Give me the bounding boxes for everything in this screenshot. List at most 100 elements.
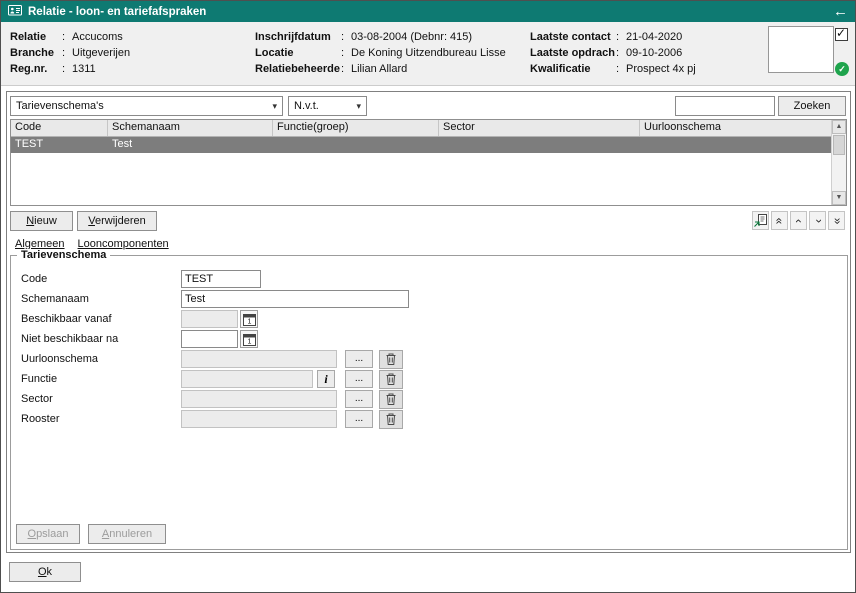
trash-icon[interactable] <box>379 390 403 409</box>
column-header-sector[interactable]: Sector <box>439 120 640 136</box>
info-relatie: Relatie : Accucoms <box>10 29 130 45</box>
nvt-dropdown[interactable]: N.v.t. ▾ <box>288 96 367 116</box>
cell-code: TEST <box>11 137 108 153</box>
row-niet-beschikbaar-na: Niet beschikbaar na 1 <box>11 329 847 349</box>
colon: : <box>616 63 626 75</box>
info-value: Uitgeverijen <box>72 47 130 59</box>
code-input[interactable] <box>181 270 261 288</box>
annuleren-button[interactable]: Annuleren <box>88 524 166 544</box>
table-row[interactable]: TEST Test <box>11 137 831 153</box>
chevron-double-down-icon: « <box>830 217 844 224</box>
niet-beschikbaar-na-label: Niet beschikbaar na <box>21 333 181 345</box>
cell-functiegroep <box>273 137 439 153</box>
info-value: Prospect 4x pj <box>626 63 696 75</box>
main-panel: Tarievenschema's ▾ N.v.t. ▾ Zoeken Code … <box>6 91 851 553</box>
status-check-badge: ✓ <box>835 62 849 76</box>
cell-schemanaam: Test <box>108 137 273 153</box>
row-code: Code <box>11 269 847 289</box>
column-header-uurloonschema[interactable]: Uurloonschema <box>640 120 831 136</box>
verwijderen-button[interactable]: Verwijderen <box>77 211 157 231</box>
app-window: Relatie - loon- en tariefafspraken ← Rel… <box>0 0 856 593</box>
info-value: 1311 <box>72 63 96 75</box>
relation-icon <box>8 4 22 19</box>
dropdown-value: N.v.t. <box>294 100 319 112</box>
functie-label: Functie <box>21 373 181 385</box>
back-arrow-icon[interactable]: ← <box>833 4 848 19</box>
uurloonschema-input <box>181 350 337 368</box>
info-label: Reg.nr. <box>10 63 62 75</box>
photo-placeholder <box>768 26 834 73</box>
colon: : <box>341 31 351 43</box>
rooster-input <box>181 410 337 428</box>
record-toolbar: « ‹ ‹ « <box>752 211 845 230</box>
colon: : <box>616 31 626 43</box>
trash-icon[interactable] <box>379 410 403 429</box>
header-column-1: Relatie : Accucoms Branche : Uitgeverije… <box>10 29 130 77</box>
trash-icon[interactable] <box>379 370 403 389</box>
search-input[interactable] <box>675 96 775 116</box>
uurloonschema-browse-button[interactable]: ... <box>345 350 373 368</box>
info-label: Laatste opdrach <box>530 47 616 59</box>
rooster-label: Rooster <box>21 413 181 425</box>
info-value: 03-08-2004 (Debnr: 415) <box>351 31 472 43</box>
row-beschikbaar-vanaf: Beschikbaar vanaf 1 <box>11 309 847 329</box>
vertical-scrollbar[interactable]: ▲ ▼ <box>831 120 846 205</box>
info-label: Inschrijfdatum <box>255 31 341 43</box>
row-sector: Sector ... <box>11 389 847 409</box>
chevron-down-icon: ‹ <box>811 219 825 223</box>
info-branche: Branche : Uitgeverijen <box>10 45 130 61</box>
group-title: Tarievenschema <box>17 249 110 261</box>
header-checkbox[interactable]: ✓ <box>835 28 848 41</box>
tarievenschema-group: Tarievenschema Code Schemanaam Beschikba… <box>10 255 848 550</box>
info-icon[interactable]: i <box>317 370 335 388</box>
cell-sector <box>439 137 640 153</box>
info-label: Branche <box>10 47 62 59</box>
info-relatiebeheerder: Relatiebeheerde : Lilian Allard <box>255 61 506 77</box>
opslaan-button[interactable]: Opslaan <box>16 524 80 544</box>
sector-browse-button[interactable]: ... <box>345 390 373 408</box>
ok-button[interactable]: Ok <box>9 562 81 582</box>
schemanaam-input[interactable] <box>181 290 409 308</box>
detach-record-icon[interactable] <box>752 211 769 230</box>
move-bottom-icon[interactable]: « <box>828 211 845 230</box>
schemanaam-label: Schemanaam <box>21 293 181 305</box>
move-up-icon[interactable]: ‹ <box>790 211 807 230</box>
scroll-down-icon[interactable]: ▼ <box>832 191 846 205</box>
scrollbar-thumb[interactable] <box>833 135 845 155</box>
sector-label: Sector <box>21 393 181 405</box>
schema-type-dropdown[interactable]: Tarievenschema's ▾ <box>10 96 283 116</box>
colon: : <box>616 47 626 59</box>
colon: : <box>341 63 351 75</box>
scroll-up-icon[interactable]: ▲ <box>832 120 846 134</box>
titlebar: Relatie - loon- en tariefafspraken ← <box>1 1 855 22</box>
info-value: Lilian Allard <box>351 63 407 75</box>
info-label: Relatiebeheerde <box>255 63 341 75</box>
info-label: Relatie <box>10 31 62 43</box>
colon: : <box>341 47 351 59</box>
colon: : <box>62 47 72 59</box>
window-title: Relatie - loon- en tariefafspraken <box>28 6 827 18</box>
beschikbaar-vanaf-label: Beschikbaar vanaf <box>21 313 181 325</box>
rooster-browse-button[interactable]: ... <box>345 410 373 428</box>
functie-input <box>181 370 313 388</box>
zoeken-button[interactable]: Zoeken <box>778 96 846 116</box>
uurloonschema-label: Uurloonschema <box>21 353 181 365</box>
nieuw-button[interactable]: Nieuw <box>10 211 73 231</box>
niet-beschikbaar-na-input[interactable] <box>181 330 238 348</box>
move-down-icon[interactable]: ‹ <box>809 211 826 230</box>
move-top-icon[interactable]: « <box>771 211 788 230</box>
functie-browse-button[interactable]: ... <box>345 370 373 388</box>
cell-uurloonschema <box>640 137 831 153</box>
info-label: Laatste contact <box>530 31 616 43</box>
calendar-icon[interactable]: 1 <box>240 310 258 328</box>
column-header-schemanaam[interactable]: Schemanaam <box>108 120 273 136</box>
colon: : <box>62 63 72 75</box>
trash-icon[interactable] <box>379 350 403 369</box>
info-label: Kwalificatie <box>530 63 616 75</box>
svg-text:1: 1 <box>247 338 251 345</box>
calendar-icon[interactable]: 1 <box>240 330 258 348</box>
info-locatie: Locatie : De Koning Uitzendbureau Lisse <box>255 45 506 61</box>
relation-header: Relatie : Accucoms Branche : Uitgeverije… <box>1 22 855 86</box>
column-header-code[interactable]: Code <box>11 120 108 136</box>
column-header-functiegroep[interactable]: Functie(groep) <box>273 120 439 136</box>
